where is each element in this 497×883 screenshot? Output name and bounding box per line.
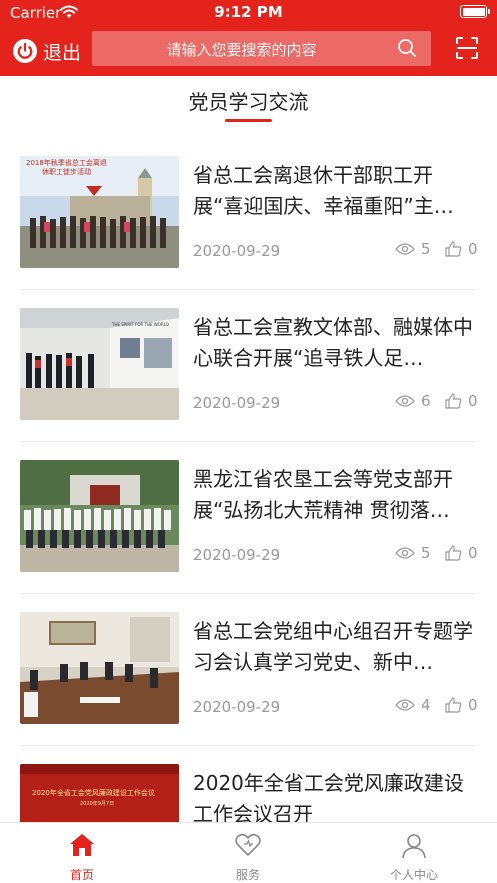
tab-profile[interactable]: 个人中心 xyxy=(354,823,474,883)
thumbs-up-icon xyxy=(445,393,462,409)
image-caption: 2020年9月7日 xyxy=(80,801,115,807)
user-icon xyxy=(402,834,426,859)
article-thumbnail: 2018年秋季省总工会离退 休职工徒步活动 xyxy=(20,156,179,268)
image-caption: 2020年全省工会党风廉政建设工作会议 xyxy=(32,789,155,797)
bottom-tab-bar: 首页 服务 个人中心 xyxy=(0,822,497,883)
eye-icon xyxy=(395,699,415,711)
eye-icon xyxy=(395,243,415,255)
article-date: 2020-09-29 xyxy=(193,698,281,716)
article-title[interactable]: 2020年全省工会党风廉政建设工作会议召开 xyxy=(193,768,477,822)
thumbs-up-icon xyxy=(445,545,462,561)
like-button[interactable]: 0 xyxy=(445,544,478,562)
article-title[interactable]: 省总工会离退休干部职工开展“喜迎国庆、幸福重阳”主… xyxy=(193,160,477,222)
logout-button[interactable]: 退出 xyxy=(12,36,81,66)
power-icon xyxy=(13,39,37,63)
tab-service-label: 服务 xyxy=(235,868,260,882)
tab-profile-label: 个人中心 xyxy=(389,868,438,882)
tab-service[interactable]: 服务 xyxy=(188,823,308,883)
article-item[interactable]: 2018年秋季省总工会离退 休职工徒步活动 省总工会离退休干部职工开展“喜迎国庆… xyxy=(0,138,497,290)
clock: 9:12 PM xyxy=(214,3,283,21)
like-count-value: 0 xyxy=(468,240,478,258)
like-button[interactable]: 0 xyxy=(445,240,478,258)
like-count-value: 0 xyxy=(468,544,478,562)
view-count-value: 4 xyxy=(421,696,431,714)
like-count-value: 0 xyxy=(468,392,478,410)
article-item[interactable]: 黑龙江省农垦工会等党支部开展“弘扬北大荒精神 贯彻落… 2020-09-29 5… xyxy=(0,442,497,594)
eye-icon xyxy=(395,395,415,407)
view-count-value: 5 xyxy=(421,240,431,258)
heart-icon xyxy=(235,833,261,856)
home-icon xyxy=(70,834,94,856)
like-button[interactable]: 0 xyxy=(445,696,478,714)
article-list[interactable]: 2018年秋季省总工会离退 休职工徒步活动 省总工会离退休干部职工开展“喜迎国庆… xyxy=(0,138,497,822)
article-date: 2020-09-29 xyxy=(193,546,281,564)
tab-home-label: 首页 xyxy=(69,868,94,882)
like-count-value: 0 xyxy=(468,696,478,714)
article-title[interactable]: 省总工会党组中心组召开专题学习会认真学习党史、新中… xyxy=(193,616,477,678)
article-item[interactable]: THE SPIRIT FOR THE WORLD 省总工会宣教文体部、融媒体中心… xyxy=(0,290,497,442)
thumbs-up-icon xyxy=(445,241,462,257)
page-title: 党员学习交流 xyxy=(188,90,309,114)
article-item[interactable]: 2020年全省工会党风廉政建设工作会议 2020年9月7日 2020年全省工会党… xyxy=(0,746,497,822)
article-thumbnail xyxy=(20,612,179,724)
article-thumbnail: 2020年全省工会党风廉政建设工作会议 2020年9月7日 xyxy=(20,764,179,822)
search-placeholder: 请输入您要搜索的内容 xyxy=(166,41,317,59)
view-count-value: 6 xyxy=(421,392,431,410)
search-input[interactable]: 请输入您要搜索的内容 xyxy=(92,31,431,66)
article-thumbnail: THE SPIRIT FOR THE WORLD xyxy=(20,308,179,420)
status-bar: Carrier 9:12 PM xyxy=(0,0,497,26)
article-title[interactable]: 省总工会宣教文体部、融媒体中心联合开展“追寻铁人足… xyxy=(193,312,477,374)
thumbs-up-icon xyxy=(445,697,462,713)
tab-home[interactable]: 首页 xyxy=(22,823,142,883)
title-underline xyxy=(225,119,272,122)
view-count: 5 xyxy=(395,544,431,562)
article-date: 2020-09-29 xyxy=(193,394,281,412)
eye-icon xyxy=(395,547,415,559)
logout-label: 退出 xyxy=(43,41,82,64)
image-caption: 休职工徒步活动 xyxy=(42,168,91,176)
battery-icon xyxy=(460,5,490,18)
article-title[interactable]: 黑龙江省农垦工会等党支部开展“弘扬北大荒精神 贯彻落… xyxy=(193,464,477,526)
article-thumbnail xyxy=(20,460,179,572)
search-icon[interactable] xyxy=(397,38,417,62)
top-nav-bar: 退出 请输入您要搜索的内容 xyxy=(0,26,497,76)
like-button[interactable]: 0 xyxy=(445,392,478,410)
image-caption: THE SPIRIT FOR THE WORLD xyxy=(112,322,169,327)
article-item[interactable]: 省总工会党组中心组召开专题学习会认真学习党史、新中… 2020-09-29 4 … xyxy=(0,594,497,746)
view-count: 4 xyxy=(395,696,431,714)
view-count: 6 xyxy=(395,392,431,410)
article-date: 2020-09-29 xyxy=(193,242,281,260)
scan-icon[interactable] xyxy=(455,36,479,64)
view-count: 5 xyxy=(395,240,431,258)
view-count-value: 5 xyxy=(421,544,431,562)
